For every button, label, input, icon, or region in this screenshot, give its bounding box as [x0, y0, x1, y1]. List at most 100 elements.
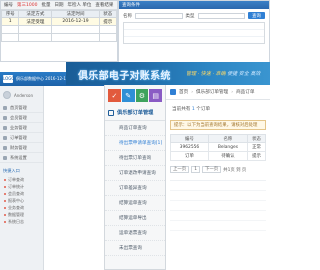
portal-nav-label: 财务管理: [10, 144, 27, 150]
portal-sub-item[interactable]: 报表中心: [0, 197, 43, 204]
chart-icon[interactable]: ▤: [149, 89, 162, 102]
form-row: 名称 类型 查询: [119, 9, 269, 19]
portal-sub-label: 报表中心: [8, 197, 24, 203]
table-cell: 法定受理: [18, 17, 53, 26]
portal-sub-label: 会员查询: [8, 190, 24, 196]
portal-sub-label: 数据管理: [8, 211, 24, 217]
records-table: 序号 法定方式 法定时间 状态 1 法定受理 2016-12-19 提示: [0, 10, 118, 42]
empty-rows: [170, 180, 266, 240]
sidebar-item[interactable]: 订单退改申请查询: [105, 166, 165, 181]
portal-nav-item[interactable]: 订单管理: [0, 133, 43, 143]
table-window: 编号 第三1000 批量 日期 年检人 单位 查看结果 序号 法定方式 法定时间…: [0, 0, 118, 62]
table-row[interactable]: 3962556 Belanges 正常: [170, 142, 267, 152]
bar-item: 日期: [54, 3, 64, 8]
nav-icon: [3, 135, 7, 140]
sidebar-item[interactable]: 未出票查询: [105, 241, 165, 256]
info-count: 1: [191, 107, 195, 112]
page-info: 共1页 到 页: [223, 167, 247, 173]
form-label: 名称: [123, 13, 132, 19]
avatar[interactable]: [3, 91, 11, 99]
portal-sub-label: 订单查询: [8, 176, 24, 182]
bar-item: 批量: [41, 3, 51, 8]
table-cell: 2016-12-19: [51, 17, 100, 26]
sidebar-section[interactable]: 俱乐部订单管理: [105, 105, 165, 121]
search-button[interactable]: 查询: [248, 12, 265, 19]
nav-icon: [3, 145, 7, 150]
bar-item[interactable]: 第三1000: [17, 2, 37, 8]
table-cell: Belanges: [207, 142, 248, 152]
sidebar-item[interactable]: 结算运单查询: [105, 196, 165, 211]
table-header: 名称: [207, 134, 248, 143]
type-input[interactable]: [197, 12, 245, 19]
portal-sub-item[interactable]: 订单查询: [0, 176, 43, 183]
sidebar-section-label: 俱乐部订单管理: [117, 110, 154, 116]
sidebar-item[interactable]: 运单退票查询: [105, 226, 165, 241]
portal-logo: LOGO: [3, 75, 15, 83]
breadcrumb-home[interactable]: 首页: [179, 89, 188, 95]
check-icon[interactable]: ✓: [108, 89, 121, 102]
bar-item[interactable]: 查看结果: [95, 2, 113, 8]
sidebar-item[interactable]: 待出票订单查询: [105, 151, 165, 166]
page-number[interactable]: 1: [191, 166, 200, 173]
portal-sub-item[interactable]: 数据管理: [0, 211, 43, 218]
breadcrumb-item[interactable]: 俱乐部订单管理: [196, 89, 228, 95]
breadcrumb-item: 商品订单: [236, 90, 255, 95]
portal-nav-label: 业务管理: [10, 124, 27, 130]
bar-item: 编号: [4, 3, 13, 8]
prev-page-button[interactable]: 上一页: [170, 166, 190, 173]
portal-nav-item[interactable]: 业务管理: [0, 123, 43, 133]
form-window: 查询条件 名称 类型 查询: [118, 0, 270, 66]
table-cell: 提示: [246, 151, 267, 161]
sidebar-item[interactable]: 结算运单导出: [105, 211, 165, 226]
bullet-icon: [4, 199, 6, 202]
breadcrumb-separator: ›: [231, 89, 234, 95]
portal-sub-label: 订单统计: [8, 183, 24, 189]
app-header: 俱乐部电子对账系统 管理 · 快速 · 准确 便捷 安全 高效: [66, 62, 270, 85]
table-row[interactable]: 1 法定受理 2016-12-19 提示: [0, 17, 118, 26]
table-header: 编号: [170, 134, 209, 143]
next-page-button[interactable]: 下一页: [201, 166, 222, 173]
name-input[interactable]: [135, 12, 183, 19]
portal-sub-item[interactable]: 系统日志: [0, 218, 43, 225]
nav-icon: [3, 105, 7, 110]
portal-nav-item[interactable]: 首页管理: [0, 103, 43, 113]
table-cell: 正常: [246, 142, 267, 152]
sidebar-item[interactable]: 订单差异查询: [105, 181, 165, 196]
table-row: [0, 25, 118, 34]
table-header: 法定时间: [51, 10, 100, 18]
table-header: 状态: [246, 134, 267, 143]
portal-sub-item[interactable]: 业务查询: [0, 204, 43, 211]
portal-nav-item[interactable]: 财务管理: [0, 143, 43, 153]
user-name: Anderson: [14, 92, 33, 98]
table-row[interactable]: 订单 待确认 提示: [170, 151, 267, 161]
app-title: 俱乐部电子对账系统: [78, 71, 171, 82]
portal-subhead: 快捷入口: [3, 168, 20, 173]
slogan-left: 管理 · 快速 · 准确: [186, 71, 226, 77]
portal-nav-item[interactable]: 系统设置: [0, 153, 43, 163]
sidebar-item-active[interactable]: 待出票申请单查询[1]: [105, 136, 165, 151]
portal-nav-label: 首页管理: [10, 104, 27, 110]
portal-sub-item[interactable]: 订单统计: [0, 183, 43, 190]
bullet-icon: [4, 206, 6, 209]
main-content: 首页 › 俱乐部订单管理 › 商品订单 当前共有 1 个订单 提示：以下为当前查…: [166, 85, 270, 270]
portal-nav-label: 系统设置: [10, 154, 27, 160]
portal-nav-label: 订单管理: [10, 134, 27, 140]
table-header: 状态: [98, 10, 118, 18]
portal-nav-item[interactable]: 会员管理: [0, 113, 43, 123]
table-cell: 3962556: [170, 142, 209, 152]
portal-sub-item[interactable]: 会员查询: [0, 190, 43, 197]
portal-sub-label: 业务查询: [8, 204, 24, 210]
home-icon[interactable]: [170, 89, 176, 95]
table-cell[interactable]: 提示: [98, 17, 118, 26]
orders-table: 编号 名称 状态 3962556 Belanges 正常 订单 待确认 提示: [170, 134, 267, 161]
user-block: Anderson: [0, 86, 43, 103]
table-row: [0, 33, 118, 42]
breadcrumb-separator: ›: [191, 89, 194, 95]
bullet-icon: [4, 178, 6, 181]
gear-icon[interactable]: ⚙: [135, 89, 149, 102]
bullet-icon: [4, 192, 6, 195]
edit-icon[interactable]: ✎: [121, 89, 135, 102]
table-cell: 1: [0, 17, 20, 26]
bar-item: 年检人 单位: [67, 3, 92, 8]
sidebar-item[interactable]: 商品订单查询: [105, 121, 165, 136]
